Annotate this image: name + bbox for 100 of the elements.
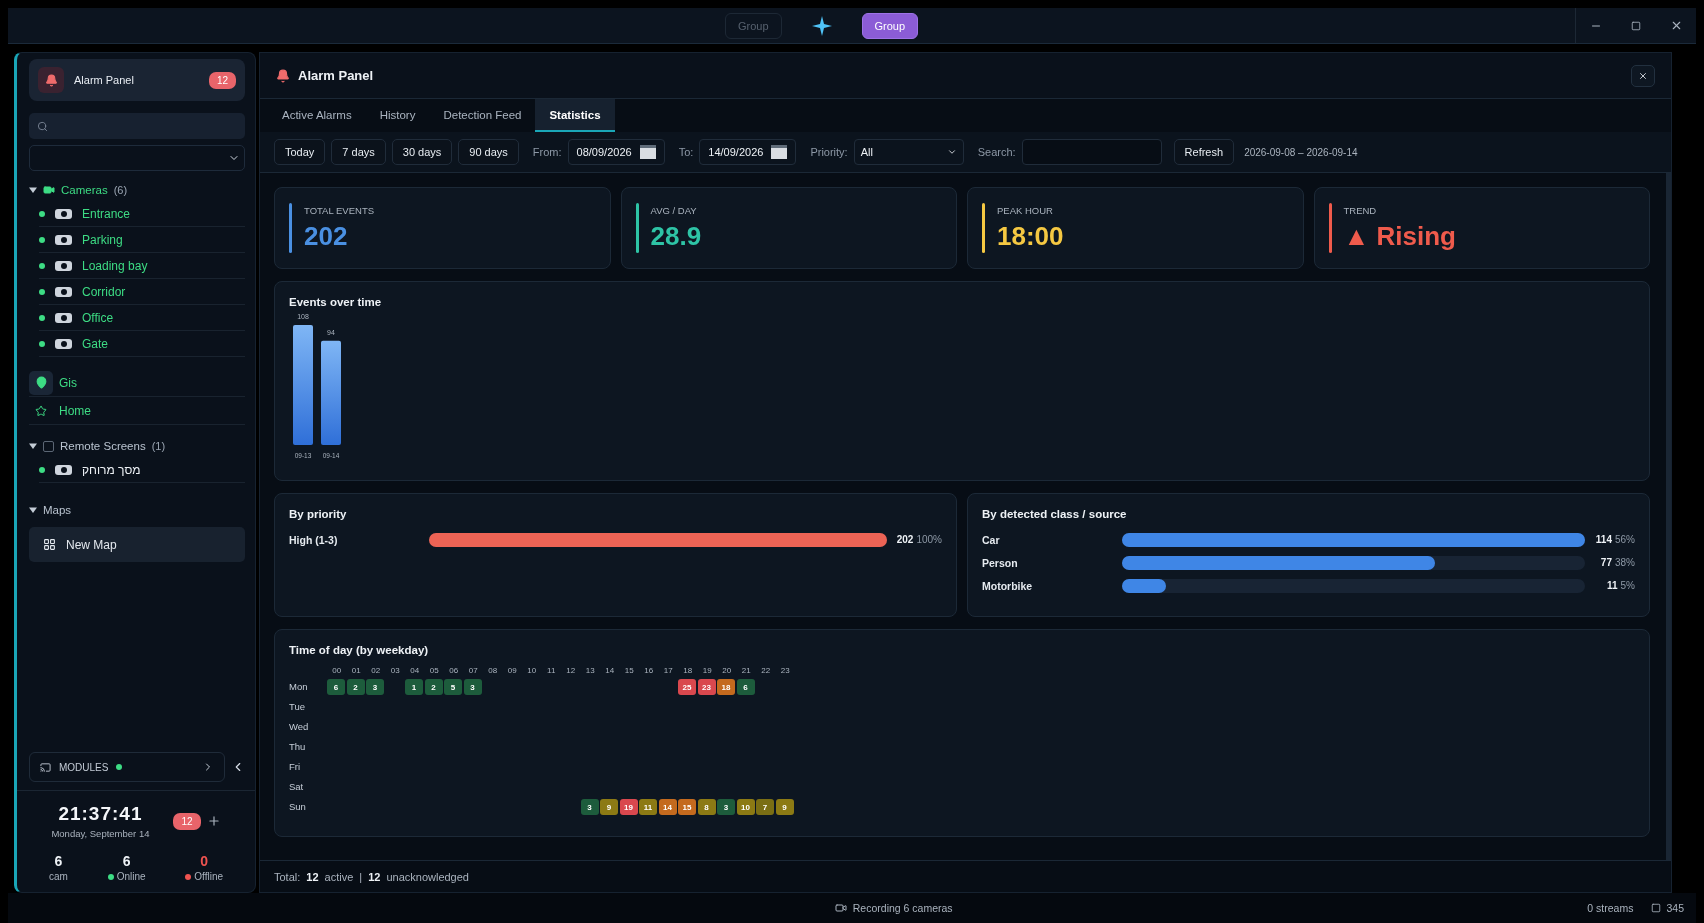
- bar-label: Motorbike: [982, 579, 1034, 592]
- tab[interactable]: History: [365, 99, 430, 132]
- star-logo-icon: [811, 15, 832, 36]
- heatmap-cell: 25: [678, 679, 696, 695]
- stat-value: 6: [122, 853, 131, 869]
- day-label: Thu: [289, 740, 307, 754]
- counter-icon: [1651, 903, 1662, 913]
- bar-label: Car: [982, 533, 1001, 546]
- camera-item[interactable]: Loading bay: [39, 253, 245, 279]
- date-field[interactable]: 08/09/2026: [567, 139, 665, 165]
- search-field[interactable]: [29, 113, 245, 139]
- group-button[interactable]: Group: [861, 12, 919, 39]
- range-button[interactable]: Today: [274, 139, 326, 165]
- heatmap-cell: 11: [639, 799, 657, 815]
- unacknowledged-label: unacknowledged: [386, 870, 469, 883]
- hour-label: 01: [350, 666, 362, 675]
- dropdown[interactable]: [29, 145, 245, 171]
- search-field[interactable]: [1021, 139, 1162, 165]
- hour-label: 04: [409, 666, 421, 675]
- heatmap-cell: 5: [444, 679, 462, 695]
- stat-value: 202: [304, 220, 349, 252]
- hour-label: 20: [721, 666, 733, 675]
- alarm-count-badge: 12: [208, 71, 236, 89]
- clock-date: Monday, September 14: [51, 828, 150, 839]
- range-button[interactable]: 7 days: [331, 139, 386, 165]
- hour-label: 10: [526, 666, 538, 675]
- tab[interactable]: Active Alarms: [268, 99, 366, 132]
- bar-value: 11 5%: [1605, 580, 1635, 591]
- camera-item[interactable]: Gate: [39, 331, 245, 357]
- priority-select[interactable]: All: [853, 139, 964, 165]
- heatmap-cell: 3: [463, 679, 482, 695]
- tree-group[interactable]: Cameras (6): [29, 179, 245, 201]
- tree-group[interactable]: Remote Screens (1): [29, 435, 245, 457]
- hour-label: 11: [546, 666, 557, 675]
- sidebar-header[interactable]: Alarm Panel 12: [29, 59, 245, 101]
- day-label: Sat: [289, 780, 305, 794]
- tree-group[interactable]: Maps: [29, 499, 245, 521]
- heatmap-cell: 6: [736, 679, 755, 695]
- heatmap-cell: 2: [424, 679, 443, 695]
- camera-icon: [55, 286, 72, 297]
- from-label: From:: [532, 146, 562, 158]
- heatmap-cell: 3: [366, 679, 384, 695]
- camera-icon: [55, 464, 72, 475]
- checkbox[interactable]: [43, 440, 54, 452]
- camera-item[interactable]: Corridor: [39, 279, 245, 305]
- stat-label: TOTAL EVENTS: [304, 204, 375, 216]
- priority-label: Priority:: [810, 146, 848, 158]
- camera-item[interactable]: Entrance: [39, 201, 245, 227]
- tab[interactable]: Statistics: [535, 99, 615, 132]
- counter-text: 345: [1666, 902, 1684, 914]
- nav-link[interactable]: Gis: [29, 369, 245, 397]
- heatmap-cell: 23: [697, 679, 716, 695]
- heatmap-cell: 2: [346, 679, 365, 695]
- tab[interactable]: Detection Feed: [429, 99, 536, 132]
- camera-icon: [55, 312, 72, 323]
- heatmap-cell: 18: [717, 679, 735, 695]
- refresh-button[interactable]: Refresh: [1173, 139, 1235, 165]
- camera-icon: [55, 208, 72, 219]
- bar-value: 202 100%: [896, 534, 942, 545]
- heatmap-cell: 1: [405, 679, 423, 695]
- stat-label: TREND: [1343, 204, 1378, 216]
- bar-label: High (1-3): [289, 533, 339, 546]
- chevron-down-icon: [946, 147, 957, 157]
- unacknowledged-count: 12: [368, 870, 381, 883]
- camera-item[interactable]: מסך מרוחק: [39, 457, 245, 483]
- camera-item[interactable]: Parking: [39, 227, 245, 253]
- range-button[interactable]: 30 days: [391, 139, 453, 165]
- add-icon[interactable]: [206, 814, 221, 828]
- heatmap-cell: 3: [717, 799, 735, 815]
- panel-title: Alarm Panel: [298, 68, 375, 83]
- stat-value: 18:00: [997, 220, 1064, 252]
- hour-label: 14: [604, 666, 616, 675]
- sidebar-title: Alarm Panel: [74, 74, 135, 86]
- camera-item[interactable]: Office: [39, 305, 245, 331]
- day-label: Fri: [289, 760, 302, 774]
- range-button[interactable]: 90 days: [458, 139, 519, 165]
- stat-label: Offline: [185, 871, 224, 882]
- total-label: Total:: [274, 870, 301, 883]
- stat-label: AVG / DAY: [650, 204, 698, 216]
- date-field[interactable]: 14/09/2026: [699, 139, 797, 165]
- hour-label: 13: [584, 666, 596, 675]
- day-label: Wed: [289, 720, 310, 734]
- separator-text: |: [359, 870, 363, 883]
- close-button[interactable]: [1631, 64, 1655, 87]
- hour-label: 15: [623, 666, 635, 675]
- map-item[interactable]: New Map: [29, 527, 245, 562]
- active-label: active: [324, 870, 354, 883]
- to-label: To:: [678, 146, 694, 158]
- heatmap-cell: 3: [580, 799, 599, 815]
- stat-label: PEAK HOUR: [997, 204, 1054, 216]
- recording-text: Recording 6 cameras: [852, 902, 953, 914]
- heatmap-cell: 8: [697, 799, 716, 815]
- signal-icon: [40, 761, 51, 773]
- hour-label: 02: [370, 666, 382, 675]
- heatmap-cell: 7: [756, 799, 774, 815]
- modules-button[interactable]: MODULES: [29, 752, 225, 782]
- hour-label: 08: [487, 666, 499, 675]
- nav-link[interactable]: Home: [29, 397, 245, 425]
- bar-value: 114 56%: [1595, 534, 1635, 545]
- hour-label: 16: [643, 666, 655, 675]
